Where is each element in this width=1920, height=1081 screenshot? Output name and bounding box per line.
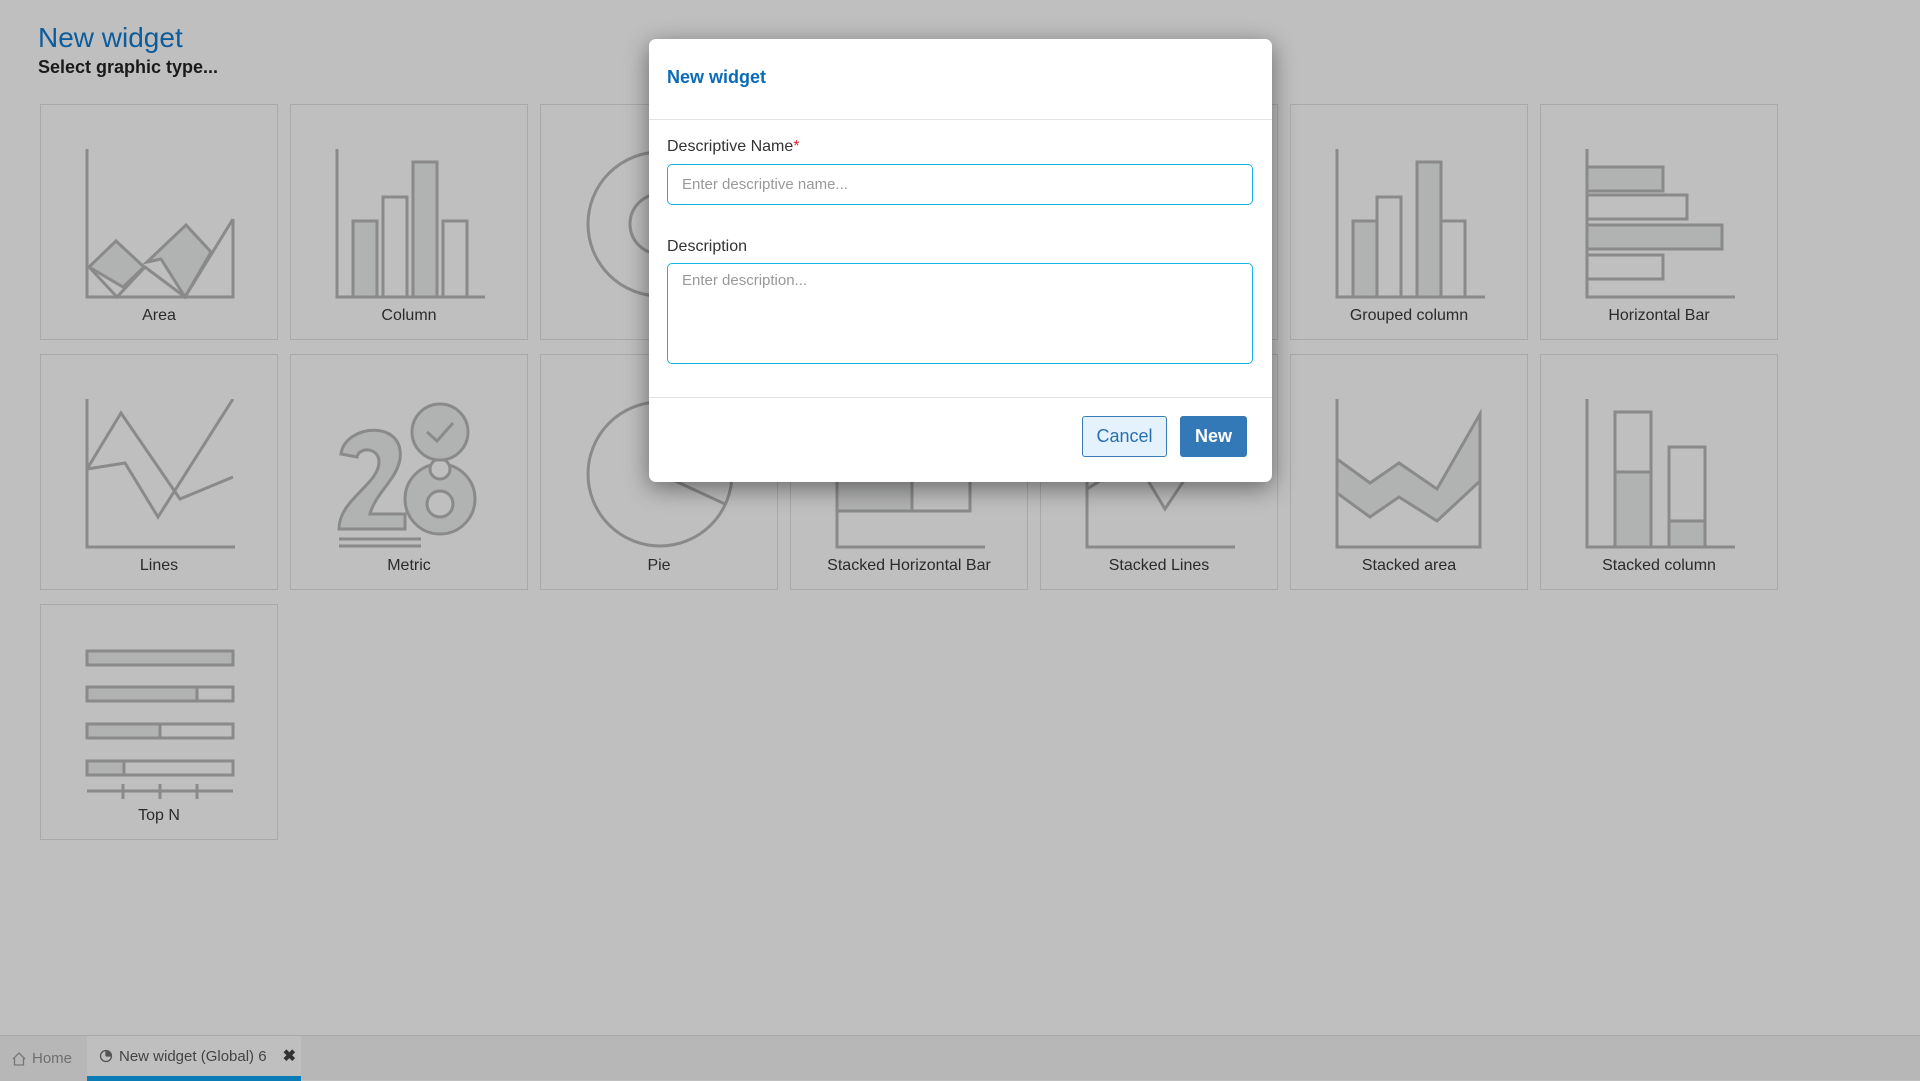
tile-label: Stacked Horizontal Bar xyxy=(827,557,991,574)
cancel-button[interactable]: Cancel xyxy=(1082,416,1167,457)
tile-label: Horizontal Bar xyxy=(1608,307,1710,324)
descriptive-name-label: Descriptive Name* xyxy=(667,138,800,155)
metric-icon xyxy=(337,402,477,548)
widget-type-tile[interactable]: Horizontal Bar xyxy=(1540,104,1778,340)
widget-type-tile[interactable]: Area xyxy=(40,104,278,340)
tab-bar: Home New widget (Global) 6 ✖ xyxy=(0,1035,1920,1081)
tile-label: Pie xyxy=(647,557,671,574)
tile-label: Metric xyxy=(387,557,431,574)
area-chart-icon xyxy=(85,149,235,299)
tile-label: Stacked column xyxy=(1602,557,1716,574)
divider xyxy=(649,119,1272,120)
column-chart-icon xyxy=(335,149,485,299)
description-textarea[interactable] xyxy=(667,263,1253,364)
widget-type-tile[interactable]: Stacked area xyxy=(1290,354,1528,590)
widget-type-tile[interactable]: Stacked column xyxy=(1540,354,1778,590)
lines-chart-icon xyxy=(85,399,235,549)
tile-label: Area xyxy=(142,307,176,324)
widget-type-tile[interactable]: Metric xyxy=(290,354,528,590)
tab-label: Home xyxy=(32,1050,73,1067)
horizontal-bar-icon xyxy=(1585,149,1735,299)
stacked-area-icon xyxy=(1335,399,1482,549)
tile-label: Column xyxy=(381,307,437,324)
tab-new-widget[interactable]: New widget (Global) 6 ✖ xyxy=(87,1036,301,1081)
widget-type-tile[interactable]: Column xyxy=(290,104,528,340)
page-subtitle: Select graphic type... xyxy=(38,57,219,77)
dialog-title: New widget xyxy=(667,67,767,87)
tab-home[interactable]: Home xyxy=(0,1036,87,1081)
tile-label: Top N xyxy=(138,807,180,824)
new-widget-dialog: New widget Descriptive Name* Description… xyxy=(649,39,1272,482)
required-mark: * xyxy=(793,138,800,155)
widget-type-tile[interactable]: Top N xyxy=(40,604,278,840)
descriptive-name-input[interactable] xyxy=(667,164,1253,205)
tile-label: Grouped column xyxy=(1349,307,1469,324)
widget-type-tile[interactable]: Grouped column xyxy=(1290,104,1528,340)
top-n-icon xyxy=(85,649,235,799)
close-icon[interactable]: ✖ xyxy=(283,1046,296,1066)
home-icon xyxy=(12,1051,26,1066)
divider xyxy=(649,397,1272,398)
grouped-column-icon xyxy=(1335,149,1485,299)
tile-label: Stacked Lines xyxy=(1108,557,1210,574)
pie-chart-icon xyxy=(99,1049,113,1063)
description-label: Description xyxy=(667,238,748,255)
page-title: New widget xyxy=(38,22,183,53)
tab-label: New widget (Global) 6 xyxy=(119,1047,267,1065)
tile-label: Stacked area xyxy=(1361,557,1457,574)
new-button[interactable]: New xyxy=(1180,416,1247,457)
stacked-column-icon xyxy=(1585,399,1735,549)
tile-label: Lines xyxy=(139,557,179,574)
widget-type-tile[interactable]: Lines xyxy=(40,354,278,590)
